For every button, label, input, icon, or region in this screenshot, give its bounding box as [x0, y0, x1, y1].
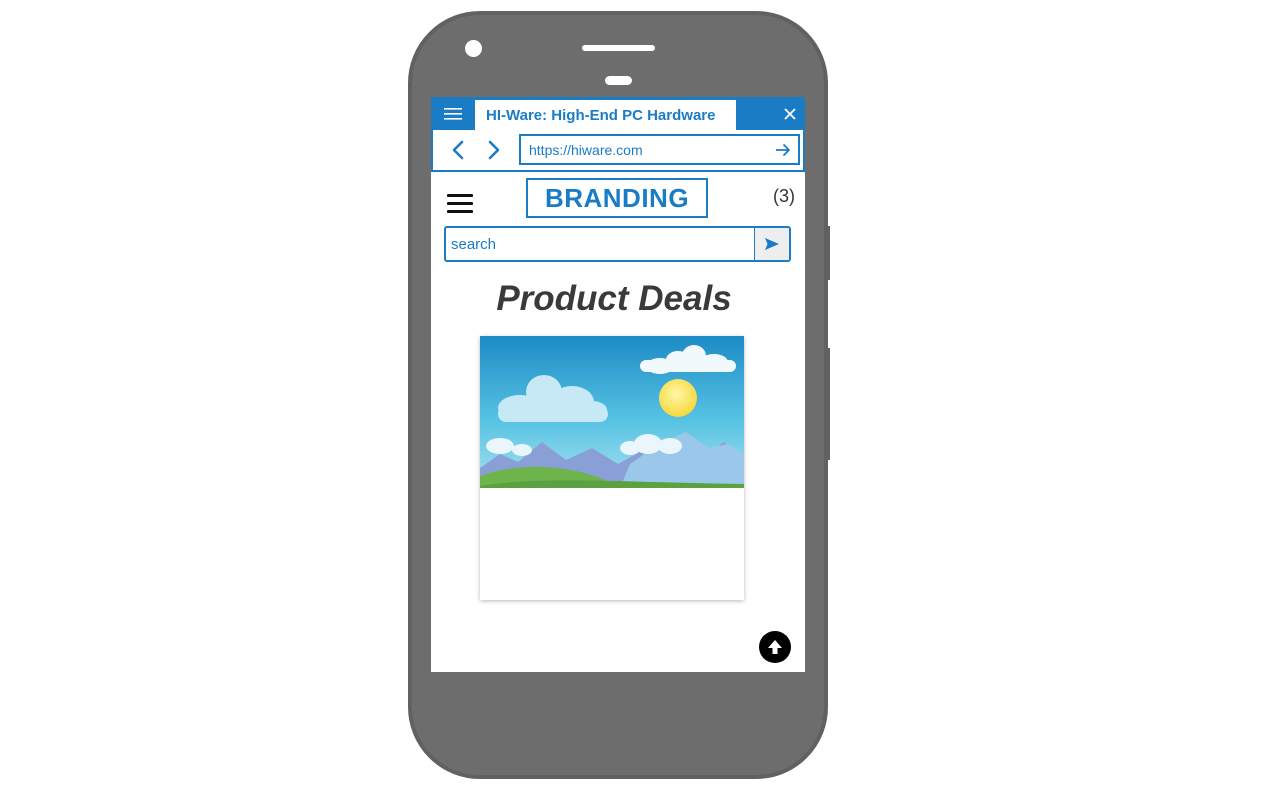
- close-icon[interactable]: [779, 103, 801, 125]
- page-heading: Product Deals: [496, 279, 732, 318]
- browser-tab-bar: HI-Ware: High-End PC Hardware: [431, 97, 805, 130]
- brand-text: BRANDING: [544, 182, 690, 213]
- arrow-right-icon[interactable]: [768, 136, 798, 163]
- product-card[interactable]: [480, 336, 744, 600]
- hamburger-icon[interactable]: [447, 194, 473, 214]
- brand-logo[interactable]: BRANDING: [526, 178, 708, 218]
- phone-sensor: [605, 76, 632, 85]
- chevron-right-icon[interactable]: [483, 138, 505, 162]
- phone-volume-button: [826, 226, 830, 280]
- tabs-menu-icon[interactable]: [431, 97, 475, 130]
- browser-tab[interactable]: HI-Ware: High-End PC Hardware: [475, 100, 736, 130]
- send-icon[interactable]: [755, 228, 789, 260]
- browser-tab-title: HI-Ware: High-End PC Hardware: [486, 106, 716, 124]
- phone-speaker: [582, 45, 655, 51]
- chevron-left-icon[interactable]: [447, 138, 469, 162]
- phone-power-button: [826, 348, 830, 460]
- phone-camera: [465, 40, 482, 57]
- search-bar: search: [444, 226, 791, 262]
- url-text: https://hiware.com: [529, 141, 643, 158]
- browser-nav-bar: https://hiware.com: [431, 130, 805, 172]
- search-input[interactable]: search: [446, 228, 755, 260]
- address-bar[interactable]: https://hiware.com: [519, 134, 800, 165]
- arrow-up-icon[interactable]: [759, 631, 791, 663]
- landscape-image-placeholder: [480, 336, 744, 488]
- phone-screen: HI-Ware: High-End PC Hardware https://hi…: [431, 97, 805, 672]
- cart-count[interactable]: (3): [773, 186, 795, 207]
